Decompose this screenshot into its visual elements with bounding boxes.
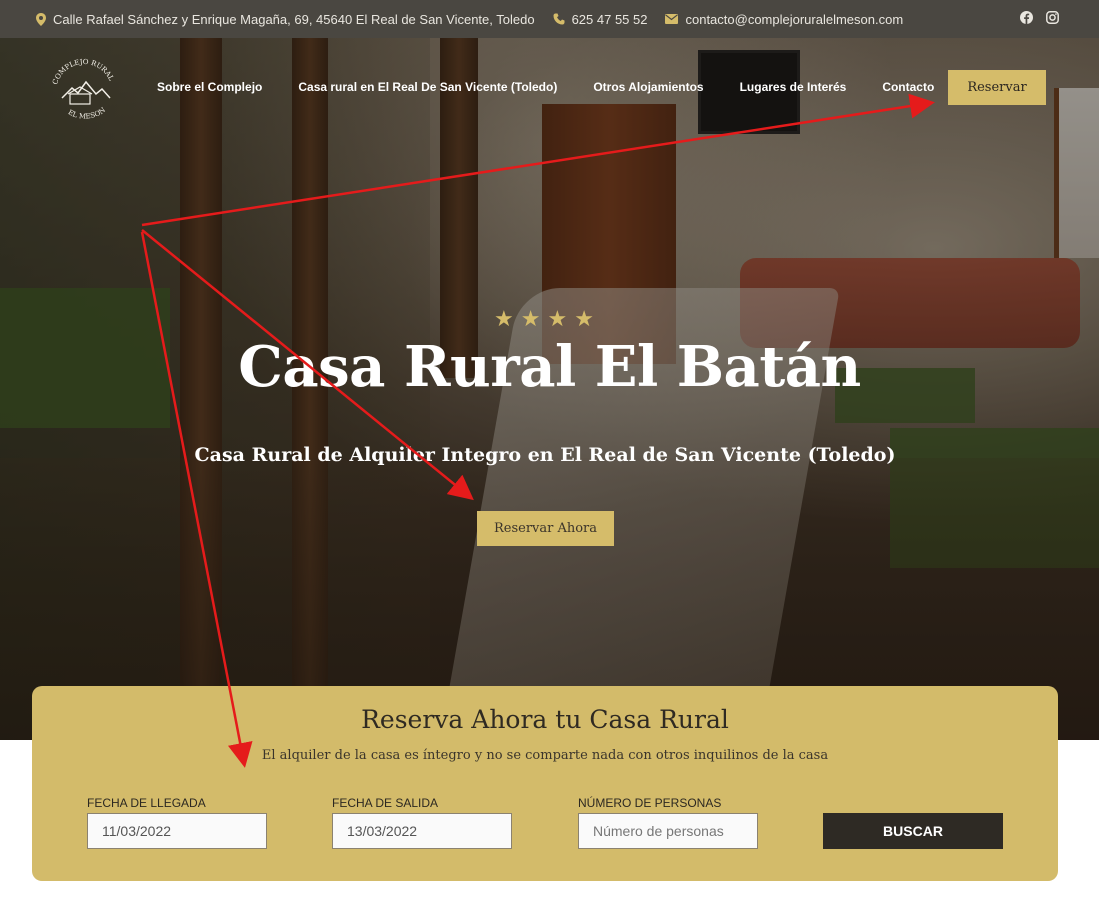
address-item: Calle Rafael Sánchez y Enrique Magaña, 6…: [36, 12, 535, 27]
nav-link-casa-rural[interactable]: Casa rural en El Real De San Vicente (To…: [298, 80, 557, 94]
social-links: [1019, 10, 1059, 24]
hero-subtitle: Casa Rural de Alquiler Integro en El Rea…: [194, 444, 896, 466]
star-icon: ★: [520, 306, 541, 331]
logo-top-text: COMPLEJO RURAL: [51, 58, 115, 86]
nav-link-contacto[interactable]: Contacto: [882, 80, 934, 94]
email-text[interactable]: contacto@complejoruralelmeson.com: [685, 12, 903, 27]
reservar-ahora-button[interactable]: Reservar Ahora: [477, 511, 614, 546]
instagram-icon[interactable]: [1045, 10, 1059, 24]
departure-date-field[interactable]: 13/03/2022: [332, 813, 512, 849]
nav-link-otros[interactable]: Otros Alojamientos: [593, 80, 703, 94]
nav-link-sobre[interactable]: Sobre el Complejo: [157, 80, 262, 94]
phone-icon: [553, 13, 565, 25]
svg-text:COMPLEJO RURAL: COMPLEJO RURAL: [51, 58, 115, 86]
arrival-date-field[interactable]: 11/03/2022: [87, 813, 267, 849]
people-label: NÚMERO DE PERSONAS: [578, 796, 722, 810]
facebook-icon[interactable]: [1019, 10, 1033, 24]
booking-subtitle: El alquiler de la casa es íntegro y no s…: [261, 748, 829, 763]
star-icon: ★: [547, 306, 568, 331]
address-text: Calle Rafael Sánchez y Enrique Magaña, 6…: [53, 11, 535, 27]
phone-item[interactable]: 625 47 55 52: [553, 12, 648, 27]
booking-title: Reserva Ahora tu Casa Rural: [361, 705, 729, 734]
departure-label: FECHA DE SALIDA: [332, 796, 439, 810]
phone-text[interactable]: 625 47 55 52: [572, 12, 648, 27]
svg-text:EL MESON: EL MESON: [67, 106, 108, 121]
star-icon: ★: [494, 306, 514, 331]
envelope-icon: [665, 14, 679, 24]
logo-bottom-text: EL MESON: [67, 106, 108, 121]
hero-title: Casa Rural El Batán: [238, 334, 861, 400]
star-icon: ★: [574, 306, 594, 331]
reservar-button[interactable]: Reservar: [948, 70, 1046, 105]
main-nav: Sobre el Complejo Casa rural en El Real …: [157, 80, 970, 94]
email-item[interactable]: contacto@complejoruralelmeson.com: [665, 12, 903, 27]
site-logo[interactable]: COMPLEJO RURAL EL MESON: [50, 58, 118, 122]
star-rating: ★ ★ ★ ★: [494, 306, 594, 332]
nav-link-lugares[interactable]: Lugares de Interés: [740, 80, 847, 94]
people-input[interactable]: [578, 813, 758, 849]
booking-panel: Reserva Ahora tu Casa Rural El alquiler …: [32, 686, 1058, 881]
buscar-button[interactable]: BUSCAR: [823, 813, 1003, 849]
top-info-bar: Calle Rafael Sánchez y Enrique Magaña, 6…: [0, 0, 1099, 38]
arrival-label: FECHA DE LLEGADA: [87, 796, 206, 810]
location-pin-icon: [36, 12, 46, 26]
